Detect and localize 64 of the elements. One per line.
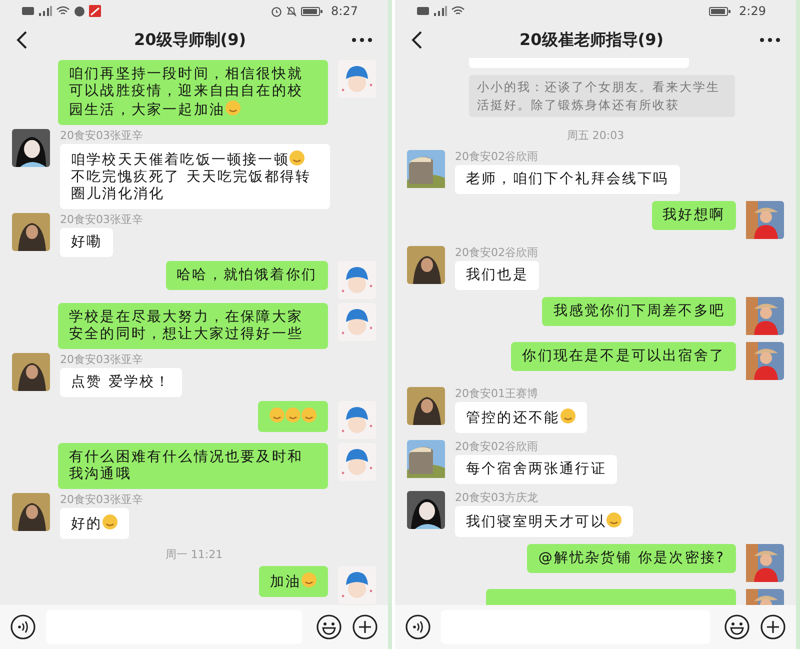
message-bubble: 点赞 爱学校！ <box>60 368 182 397</box>
message-bubble: 管控的还不能 <box>455 402 587 433</box>
sender-name: 20食安03张亚辛 <box>60 493 143 506</box>
sender-name: 20食安02谷欣雨 <box>455 440 538 453</box>
plus-icon[interactable] <box>352 614 378 640</box>
clock-time: 2:29 <box>739 4 766 18</box>
emoji-icon <box>301 572 317 588</box>
battery-icon <box>709 6 732 16</box>
battery-icon <box>301 6 324 16</box>
emoji-icon <box>301 407 317 423</box>
voice-icon[interactable] <box>10 614 36 640</box>
timestamp: 周五 20:03 <box>566 128 624 143</box>
back-icon[interactable] <box>16 31 28 49</box>
signal-icon <box>38 6 52 16</box>
message-bubble: 我感觉你们下周差不多吧 <box>542 297 736 326</box>
sender-name: 20食安03张亚辛 <box>60 213 143 226</box>
sender-name: 20食安01王赛博 <box>455 387 538 400</box>
voice-icon[interactable] <box>405 614 431 640</box>
message-bubble: 每个宿舍两张通行证 <box>455 455 618 484</box>
signal-icon <box>433 6 447 16</box>
message-bubble: 好嘞 <box>60 228 114 257</box>
sender-name: 20食安02谷欣雨 <box>455 246 538 259</box>
message-bubble: @解忧杂货铺 你是次密接? <box>527 544 736 573</box>
emoji-icon <box>289 150 306 166</box>
wifi-icon <box>56 6 70 16</box>
emoji-icon <box>560 408 576 424</box>
chat-title: 20级崔老师指导(9) <box>519 30 664 50</box>
message-bubble: 我好想啊 <box>652 201 736 230</box>
sender-name: 20食安03方庆龙 <box>455 491 538 504</box>
message-bubble: 我们寝室明天才可以 <box>455 506 634 537</box>
sim-icon <box>22 7 34 15</box>
mute-icon <box>286 6 298 16</box>
message-bubble: 咱学校天天催着吃饭一顿接一顿 不吃完愧疚死了 天天吃完饭都得转圈儿消化消化 <box>60 144 330 209</box>
sender-name: 20食安02谷欣雨 <box>455 150 538 163</box>
chat-title: 20级导师制(9) <box>134 30 246 50</box>
message-bubble: 你们现在是不是可以出宿舍了 <box>511 342 736 371</box>
message-bubble: 老师，咱们下个礼拜会线下吗 <box>455 165 680 194</box>
message-bubble: 学校是在尽最大努力，在保障大家安全的同时，想让大家过得好一些 <box>58 303 328 349</box>
emoji-icon[interactable] <box>316 614 342 640</box>
message-bubble: 咱们再坚持一段时间，相信很快就可以战胜疫情，迎来自由自在的校园生活，大家一起加油 <box>58 60 328 125</box>
more-icon[interactable] <box>352 38 372 42</box>
sim-icon <box>417 7 429 15</box>
message-bubble: 哈哈，就怕饿着你们 <box>166 261 328 290</box>
more-icon[interactable] <box>760 38 780 42</box>
message-bubble: 好的 <box>60 508 130 539</box>
alarm-icon <box>271 6 282 16</box>
emoji-icon <box>606 512 622 528</box>
emoji-icon[interactable] <box>724 614 750 640</box>
app-icon <box>89 5 101 17</box>
quoted-message: 小小的我：还谈了个女朋友。看来大学生活挺好。除了锻炼身体还有所收获 <box>469 75 735 117</box>
sender-name: 20食安03张亚辛 <box>60 353 143 366</box>
plus-icon[interactable] <box>760 614 786 640</box>
message-bubble: 有什么困难有什么情况也要及时和我沟通哦 <box>58 443 328 489</box>
clock-time: 8:27 <box>331 4 358 18</box>
timestamp: 周一 11:21 <box>165 547 223 562</box>
message-bubble: 我们也是 <box>455 261 540 290</box>
sender-name: 20食安03张亚辛 <box>60 129 143 142</box>
back-icon[interactable] <box>411 31 423 49</box>
emoji-icon <box>269 407 285 423</box>
message-bubble: 加油 <box>258 566 328 597</box>
wifi-icon <box>451 6 465 16</box>
emoji-icon <box>225 100 241 116</box>
emoji-icon <box>102 514 118 530</box>
emoji-icon <box>285 407 301 423</box>
